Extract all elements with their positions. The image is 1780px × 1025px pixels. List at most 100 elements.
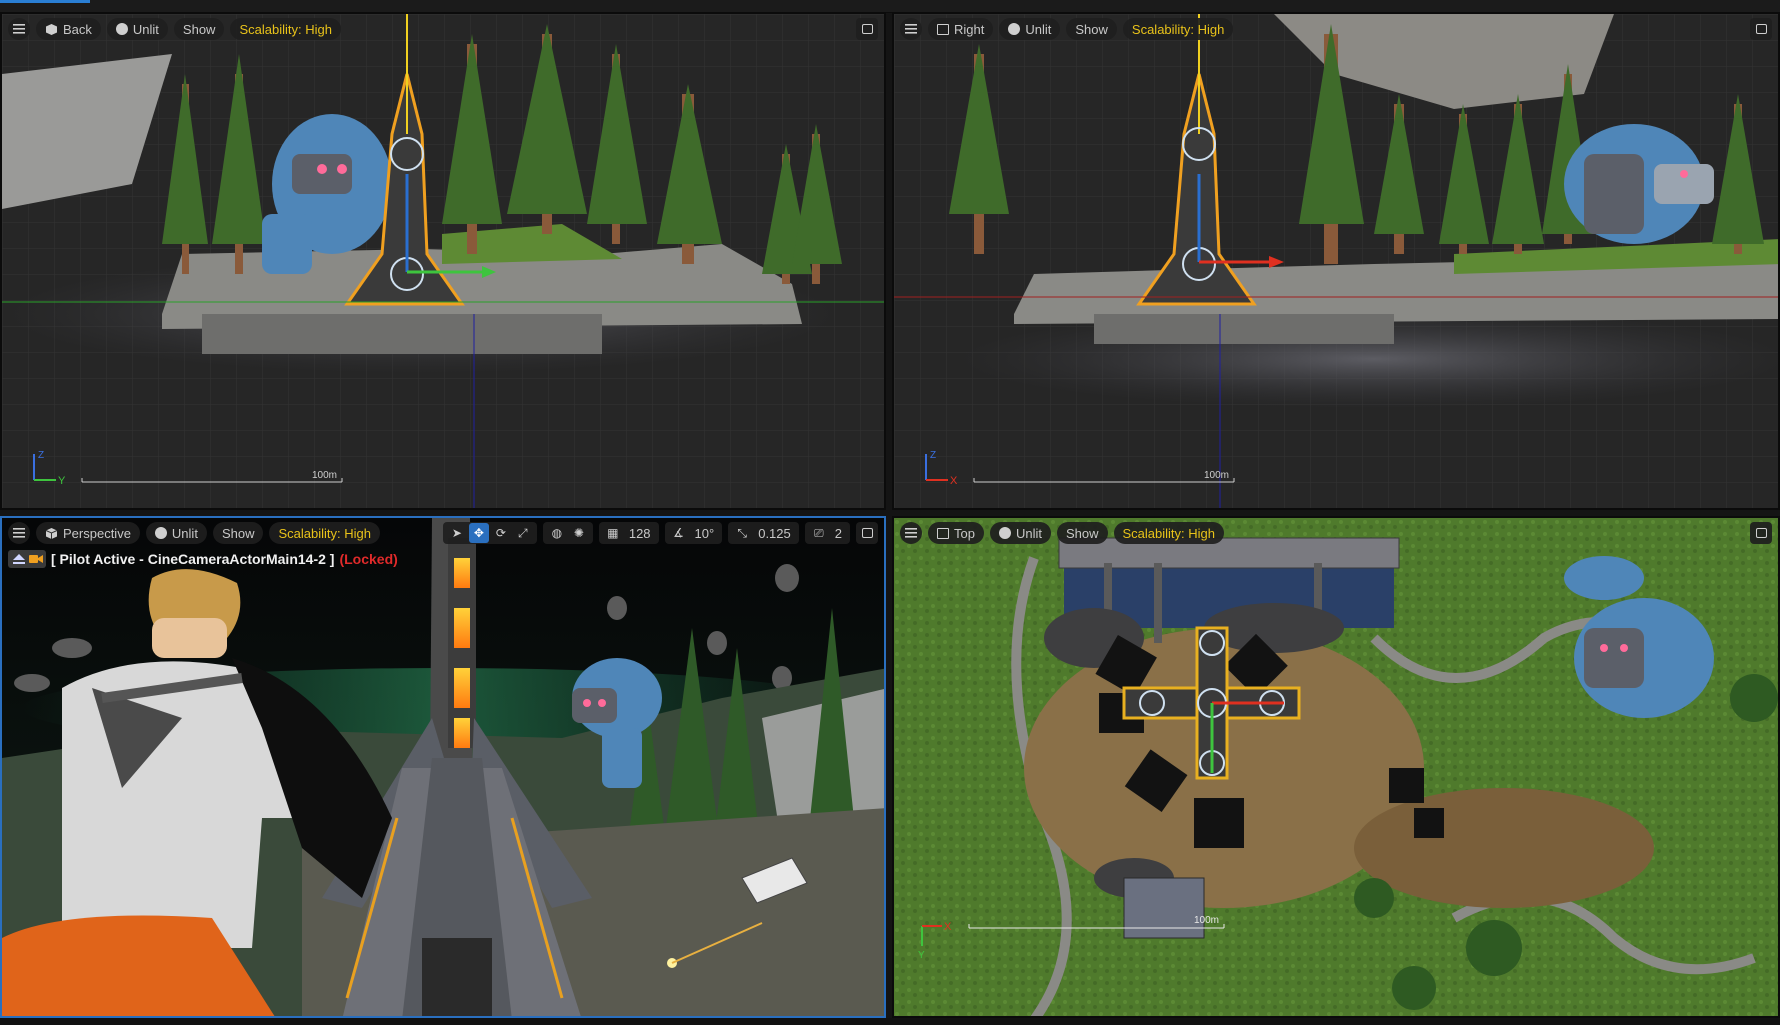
pilot-locked-label: (Locked) [339, 551, 398, 567]
orthographic-view-icon [45, 23, 58, 36]
view-mode-label: Right [954, 21, 985, 37]
view-mode-button[interactable]: Perspective [36, 522, 140, 544]
cursor-arrow-icon: ➤ [451, 526, 462, 540]
scalability-button[interactable]: Scalability: High [1122, 18, 1234, 40]
pilot-actor-label: [ Pilot Active - CineCameraActorMain14-2… [51, 551, 335, 567]
viewport-toolbar: Perspective Unlit Show Scalability: High… [2, 518, 884, 548]
camera-speed-value[interactable]: 2 [831, 526, 846, 541]
view-mode-label: Top [954, 525, 975, 541]
scalability-label: Scalability: High [239, 21, 332, 37]
active-tab-accent [0, 0, 90, 3]
scalability-label: Scalability: High [1131, 21, 1225, 37]
viewport-menu-button[interactable] [8, 522, 30, 544]
pilot-status: [ Pilot Active - CineCameraActorMain14-2… [8, 550, 398, 568]
hamburger-menu-icon [905, 24, 917, 34]
lighting-mode-label: Unlit [132, 21, 159, 37]
view-mode-button[interactable]: Back [36, 18, 101, 40]
world-local-button[interactable]: ◍ [547, 523, 567, 543]
scale-snap-value[interactable]: 0.125 [754, 526, 795, 541]
hamburger-menu-icon [905, 528, 917, 538]
show-flags-button[interactable]: Show [212, 522, 264, 544]
scalability-button[interactable]: Scalability: High [230, 18, 341, 40]
surface-snap-icon: ✺ [573, 526, 584, 540]
camera-icon [28, 555, 43, 563]
viewport-menu-button[interactable] [900, 522, 922, 544]
view-mode-button[interactable]: Top [928, 522, 984, 544]
viewport-right[interactable]: X Z 100m Right Unlit Show Scalability: H… [892, 12, 1780, 510]
viewport-menu-button[interactable] [8, 18, 30, 40]
grid-snap-group[interactable]: ▦ 128 [598, 522, 659, 544]
orthographic-view-icon [937, 527, 949, 539]
axis-h-label: X [950, 475, 958, 487]
lighting-mode-icon [998, 527, 1011, 539]
translate-tool-button[interactable]: ✥ [468, 523, 489, 543]
lighting-mode-icon [1008, 23, 1021, 35]
camera-icon: ⎚ [813, 525, 824, 540]
viewport-back[interactable]: Y Z 100m Back Unlit Show Scalability: Hi… [0, 12, 886, 510]
grid-snap-value[interactable]: 128 [625, 526, 655, 541]
show-flags-button[interactable]: Show [1066, 18, 1117, 40]
maximize-viewport-button[interactable] [856, 522, 878, 544]
show-flags-button[interactable]: Show [1056, 522, 1108, 544]
camera-speed-group[interactable]: ⎚ 2 [804, 522, 850, 544]
view-mode-button[interactable]: Right [928, 18, 994, 40]
maximize-viewport-icon [861, 528, 873, 538]
globe-icon: ◍ [551, 526, 563, 540]
axis-v-label: Z [38, 450, 44, 461]
show-flags-label: Show [1065, 525, 1099, 541]
scale-label: 100m [1194, 915, 1219, 926]
top-view-scene[interactable]: X Y 100m [894, 518, 1780, 1018]
viewport-toolbar: Top Unlit Show Scalability: High [894, 518, 1778, 548]
island-base [1094, 314, 1394, 344]
viewport-top[interactable]: X Y 100m Top Unlit Show Scalability: Hig… [892, 516, 1780, 1018]
scale-snap-toggle[interactable]: ⤡ [732, 523, 752, 543]
right-view-scene[interactable]: X Z 100m [894, 14, 1780, 510]
building [1123, 877, 1205, 939]
scale-label: 100m [1204, 470, 1229, 481]
editor-bottom-strip [0, 1018, 1780, 1025]
lighting-mode-label: Unlit [171, 525, 198, 541]
axis-v-label: Z [930, 450, 936, 461]
scale-snap-group[interactable]: ⤡ 0.125 [728, 522, 799, 544]
rotation-snap-group[interactable]: ∡ 10° [664, 522, 723, 544]
lighting-mode-button[interactable]: Unlit [989, 522, 1051, 544]
perspective-view-scene[interactable] [2, 518, 886, 1018]
angle-icon: ∡ [673, 526, 684, 540]
select-tool-button[interactable]: ➤ [447, 523, 467, 543]
maximize-viewport-button[interactable] [856, 18, 878, 40]
lighting-mode-icon [154, 527, 167, 539]
move-arrows-icon: ✥ [473, 526, 484, 540]
lighting-mode-label: Unlit [1015, 525, 1042, 541]
viewport-toolbar: Back Unlit Show Scalability: High [2, 14, 884, 44]
scalability-button[interactable]: Scalability: High [269, 522, 380, 544]
eject-pilot-button[interactable] [8, 550, 46, 568]
grid-snap-toggle[interactable]: ▦ [603, 523, 623, 543]
scalability-button[interactable]: Scalability: High [1113, 522, 1225, 544]
scale-tool-button[interactable]: ⤢ [513, 523, 533, 543]
coordinate-tools: ◍ ✺ [542, 522, 593, 544]
view-mode-label: Back [63, 21, 92, 37]
show-flags-label: Show [182, 21, 216, 37]
axis-v-label: Y [918, 950, 925, 961]
lighting-mode-button[interactable]: Unlit [145, 522, 207, 544]
lighting-mode-button[interactable]: Unlit [999, 18, 1061, 40]
viewport-toolbar: Right Unlit Show Scalability: High [894, 14, 1778, 44]
lighting-mode-button[interactable]: Unlit [106, 18, 168, 40]
rotation-snap-toggle[interactable]: ∡ [669, 523, 689, 543]
rotate-icon: ⟳ [495, 526, 506, 540]
scalability-label: Scalability: High [278, 525, 371, 541]
maximize-viewport-button[interactable] [1750, 522, 1772, 544]
scale-icon: ⤢ [518, 525, 528, 540]
surface-snap-button[interactable]: ✺ [569, 523, 589, 543]
viewport-menu-button[interactable] [900, 18, 922, 40]
camera-speed-button[interactable]: ⎚ [809, 523, 829, 543]
viewport-perspective[interactable]: Perspective Unlit Show Scalability: High… [0, 516, 886, 1018]
hamburger-menu-icon [13, 24, 25, 34]
rotate-tool-button[interactable]: ⟳ [491, 523, 511, 543]
maximize-viewport-button[interactable] [1750, 18, 1772, 40]
show-flags-button[interactable]: Show [173, 18, 225, 40]
back-view-scene[interactable]: Y Z 100m [2, 14, 886, 510]
dirt-area [1354, 788, 1654, 908]
rotation-snap-value[interactable]: 10° [691, 526, 719, 541]
hamburger-menu-icon [13, 528, 25, 538]
